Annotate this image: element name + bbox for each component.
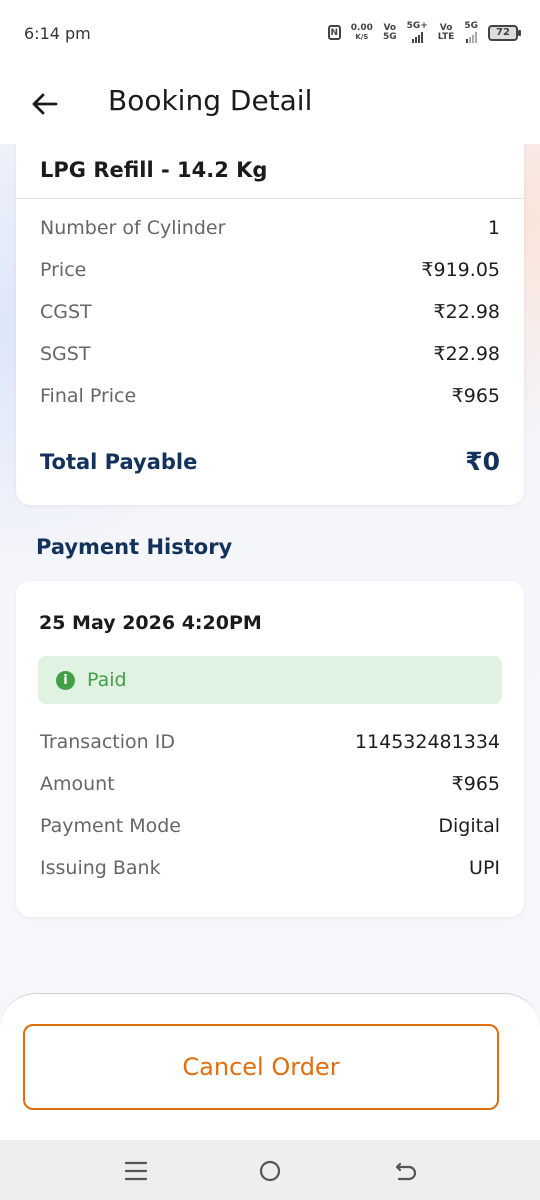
row-value: 1 [487, 217, 500, 239]
home-icon [259, 1160, 281, 1182]
row-value: ₹22.98 [433, 301, 500, 323]
row-label: Payment Mode [40, 815, 181, 837]
row-value: ₹22.98 [433, 343, 500, 365]
cancel-order-button[interactable]: Cancel Order [23, 1024, 499, 1110]
status-text: Paid [87, 669, 127, 691]
sim2-bottom-label: LTE [437, 31, 455, 42]
row-value: ₹965 [451, 385, 500, 407]
total-value: ₹0 [465, 447, 500, 476]
status-bar: 6:14 pm N 0.00 K/S Vo 5G 5G+ Vo LTE 5G 7… [0, 0, 540, 70]
payment-row: Issuing Bank UPI [40, 857, 500, 879]
battery-level: 72 [496, 27, 510, 38]
payment-row: Transaction ID 114532481334 [40, 731, 500, 753]
payment-row: Payment Mode Digital [40, 815, 500, 837]
menu-icon [124, 1161, 148, 1181]
sim2-signal: 5G [464, 22, 478, 43]
app-header: Booking Detail [0, 70, 540, 144]
sim1-bottom-label: 5G [382, 31, 397, 42]
row-value: ₹919.05 [421, 259, 500, 281]
row-label: Issuing Bank [40, 857, 161, 879]
row-label: CGST [40, 301, 92, 323]
payment-row: Amount ₹965 [40, 773, 500, 795]
row-label: Number of Cylinder [40, 217, 226, 239]
payment-history-title: Payment History [36, 535, 233, 559]
net-speed-value: 0.00 [350, 22, 373, 33]
back-button[interactable] [24, 84, 64, 124]
row-label: Transaction ID [40, 731, 175, 753]
payment-card: 25 May 2026 4:20PM i Paid Transaction ID… [16, 581, 524, 917]
booking-row: Number of Cylinder 1 [40, 217, 500, 239]
booking-row: CGST ₹22.98 [40, 301, 500, 323]
sim1-signal: 5G+ [407, 22, 428, 43]
net-speed: 0.00 K/S [350, 22, 373, 42]
status-badge: i Paid [38, 656, 502, 704]
battery-icon: 72 [488, 24, 521, 41]
row-value: ₹965 [451, 773, 500, 795]
row-value: 114532481334 [354, 731, 500, 753]
row-label: Amount [40, 773, 115, 795]
row-value: UPI [469, 857, 500, 879]
nav-back-button[interactable] [392, 1158, 420, 1184]
nfc-icon: N [327, 25, 341, 40]
total-label: Total Payable [40, 449, 198, 474]
sim2-net-label: 5G [464, 21, 478, 31]
divider [16, 198, 524, 199]
booking-row: Price ₹919.05 [40, 259, 500, 281]
sim1-net-label: 5G+ [406, 21, 428, 31]
page-title: Booking Detail [108, 84, 313, 117]
product-name: LPG Refill - 14.2 Kg [40, 158, 268, 182]
booking-card: LPG Refill - 14.2 Kg Number of Cylinder … [16, 120, 524, 505]
payment-date: 25 May 2026 4:20PM [39, 612, 262, 634]
bottom-action-sheet: Cancel Order [0, 993, 540, 1140]
menu-button[interactable] [122, 1158, 150, 1184]
row-label: SGST [40, 343, 91, 365]
row-label: Final Price [40, 385, 137, 407]
signal-bars-icon [411, 31, 423, 43]
status-time: 6:14 pm [24, 24, 91, 43]
sim2-volte: Vo LTE [437, 23, 455, 42]
status-icons: N 0.00 K/S Vo 5G 5G+ Vo LTE 5G 72 [327, 22, 521, 43]
signal-bars-icon [465, 31, 477, 43]
sim1-volte: Vo 5G [382, 23, 397, 42]
system-nav-bar [0, 1140, 540, 1200]
row-label: Price [40, 259, 87, 281]
total-payable-row: Total Payable ₹0 [40, 447, 500, 476]
arrow-left-icon [32, 93, 58, 115]
row-value: Digital [438, 815, 500, 837]
home-button[interactable] [256, 1158, 284, 1184]
info-icon: i [56, 670, 75, 690]
back-icon [395, 1162, 417, 1181]
booking-row: Final Price ₹965 [40, 385, 500, 407]
net-speed-unit: K/S [355, 32, 369, 41]
booking-row: SGST ₹22.98 [40, 343, 500, 365]
